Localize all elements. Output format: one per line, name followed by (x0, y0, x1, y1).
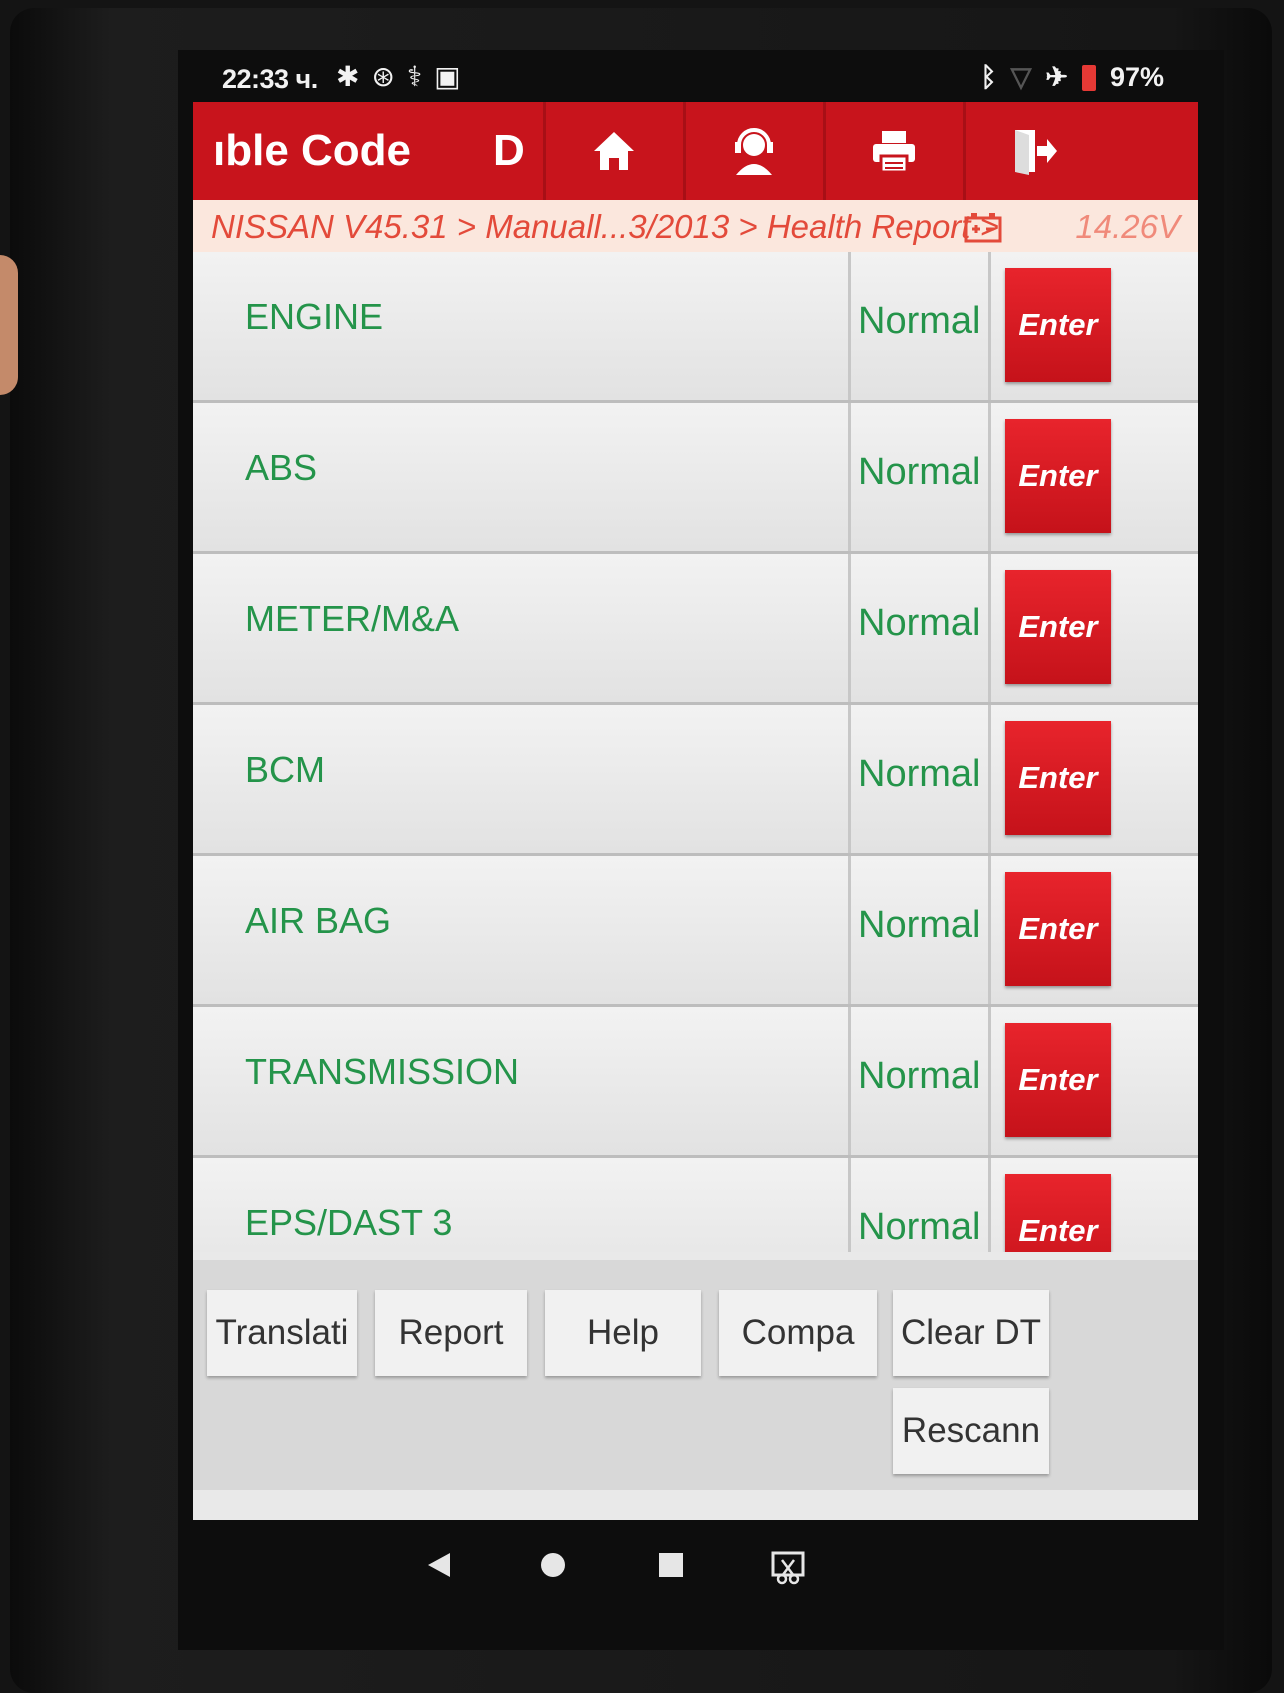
enter-button[interactable]: Enter (1005, 872, 1111, 986)
battery-percent: 97% (1109, 62, 1164, 92)
system-status: Normal (858, 300, 981, 342)
image-icon: ▣ (434, 61, 461, 92)
column-divider (848, 705, 851, 853)
enter-button[interactable]: Enter (1005, 721, 1111, 835)
system-name: ENGINE (245, 296, 384, 337)
column-divider (988, 705, 991, 853)
list-item: ENGINE Normal Enter (193, 252, 1198, 403)
list-item: TRANSMISSION Normal Enter (193, 1007, 1198, 1158)
help-button[interactable]: Help (545, 1290, 701, 1376)
system-list: ENGINE Normal Enter ABS Normal Enter MET… (193, 252, 1198, 1252)
status-time: 22:33 ч. (222, 64, 318, 94)
list-item: EPS/DAST 3 Normal Enter (193, 1158, 1198, 1252)
system-name: TRANSMISSION (245, 1051, 520, 1092)
diagnostic-app: ıble Code D NISSAN V45.31 > Manuall...3/… (193, 102, 1198, 1520)
screenshot-icon[interactable] (770, 1550, 806, 1586)
finger (0, 255, 18, 395)
sync-icon: ⊛ (371, 61, 395, 92)
column-divider (848, 403, 851, 551)
list-item: ABS Normal Enter (193, 403, 1198, 554)
enter-button[interactable]: Enter (1005, 268, 1111, 382)
column-divider (988, 1158, 991, 1252)
system-name: METER/M&A (245, 598, 460, 639)
system-name: ABS (245, 447, 318, 488)
enter-button[interactable]: Enter (1005, 419, 1111, 533)
notification-icons: ✱ ⊛ ⚕ ▣ (336, 60, 461, 93)
car-battery-icon (964, 213, 1002, 243)
column-divider (848, 1158, 851, 1252)
column-divider (988, 856, 991, 1004)
system-name: EPS/DAST 3 (245, 1202, 453, 1243)
stethoscope-icon: ⚕ (406, 61, 423, 92)
list-item: METER/M&A Normal Enter (193, 554, 1198, 705)
list-item: AIR BAG Normal Enter (193, 856, 1198, 1007)
support-agent-icon (735, 128, 773, 175)
print-button[interactable] (823, 102, 962, 200)
list-item: BCM Normal Enter (193, 705, 1198, 856)
status-bar: 22:33 ч. ✱ ⊛ ⚕ ▣ ᛒ ▽ ✈ 97% (178, 50, 1224, 102)
support-button[interactable] (683, 102, 822, 200)
column-divider (848, 554, 851, 702)
battery-icon (1081, 64, 1096, 91)
column-divider (988, 252, 991, 400)
top-bar: ıble Code D (193, 102, 1198, 200)
breadcrumb-path[interactable]: NISSAN V45.31 > Manuall...3/2013 > Healt… (211, 208, 999, 246)
column-divider (988, 1007, 991, 1155)
system-status: Normal (858, 1206, 981, 1248)
home-nav-icon[interactable] (538, 1550, 568, 1580)
home-icon (594, 132, 634, 170)
system-status: Normal (858, 451, 981, 493)
recent-apps-icon[interactable] (656, 1550, 686, 1580)
column-divider (988, 554, 991, 702)
system-status: Normal (858, 753, 981, 795)
exit-door-icon (1015, 130, 1057, 175)
column-divider (848, 1007, 851, 1155)
bluetooth-icon: ᛒ (980, 62, 997, 92)
home-button[interactable] (543, 102, 682, 200)
bottom-toolbar: Translati Report Help Compa Clear DT Res… (193, 1260, 1198, 1490)
enter-button[interactable]: Enter (1005, 1174, 1111, 1252)
report-button[interactable]: Report (375, 1290, 527, 1376)
battery-voltage: 14.26V (1075, 208, 1180, 245)
back-icon[interactable] (424, 1550, 454, 1580)
system-status: Normal (858, 1055, 981, 1097)
column-divider (988, 403, 991, 551)
system-name: AIR BAG (245, 900, 392, 941)
column-divider (848, 252, 851, 400)
android-nav-bar (178, 1520, 1224, 1650)
device-screen: 22:33 ч. ✱ ⊛ ⚕ ▣ ᛒ ▽ ✈ 97% ıble Code D N… (178, 50, 1224, 1650)
status-right: ᛒ ▽ ✈ 97% (980, 62, 1164, 93)
column-divider (848, 856, 851, 1004)
rescan-button[interactable]: Rescann (893, 1388, 1049, 1474)
settings-icon: ✱ (336, 61, 360, 92)
system-status: Normal (858, 602, 981, 644)
breadcrumb: NISSAN V45.31 > Manuall...3/2013 > Healt… (193, 200, 1198, 252)
exit-button[interactable] (963, 102, 1102, 200)
printer-icon (873, 131, 915, 174)
compare-button[interactable]: Compa (719, 1290, 877, 1376)
system-name: BCM (245, 749, 325, 790)
enter-button[interactable]: Enter (1005, 1023, 1111, 1137)
airplane-icon: ✈ (1045, 62, 1068, 92)
translate-button[interactable]: Translati (207, 1290, 357, 1376)
wifi-icon: ▽ (1010, 62, 1032, 92)
title-suffix: D (493, 126, 525, 175)
clear-dtc-button[interactable]: Clear DT (893, 1290, 1049, 1376)
system-status: Normal (858, 904, 981, 946)
page-title: ıble Code (213, 126, 412, 175)
enter-button[interactable]: Enter (1005, 570, 1111, 684)
